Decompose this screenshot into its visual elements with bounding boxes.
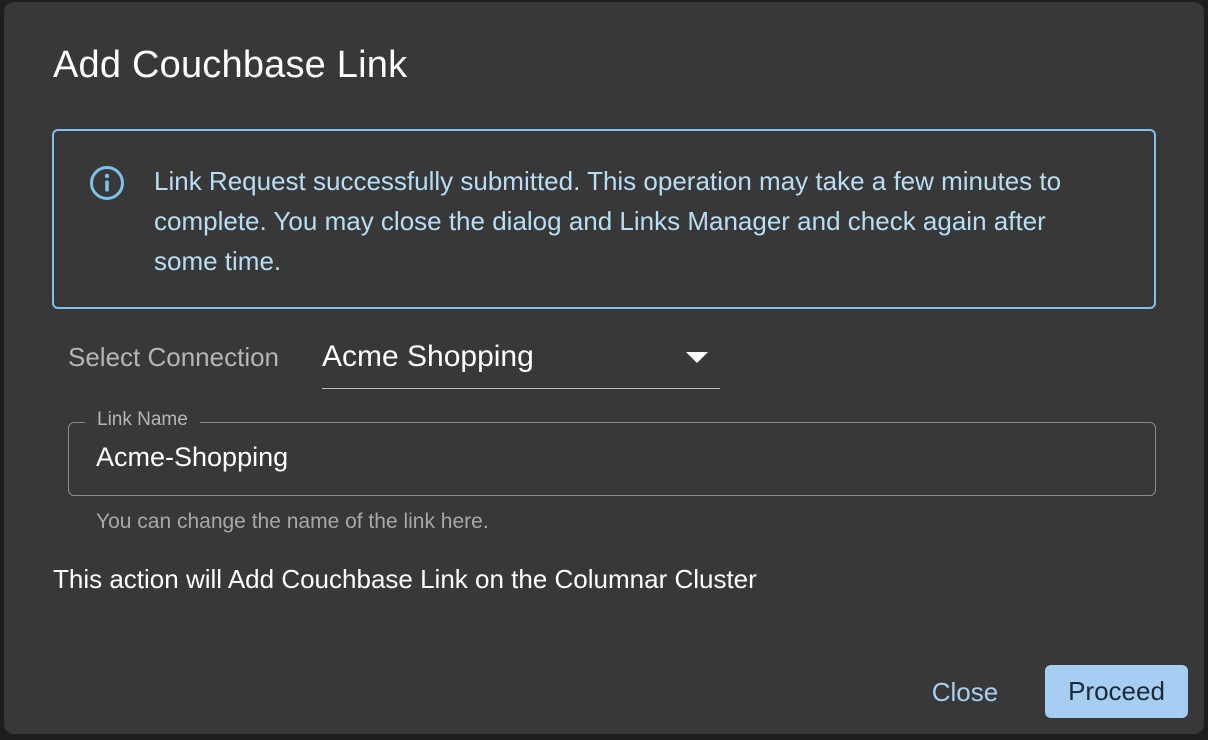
dialog-title: Add Couchbase Link — [53, 44, 408, 86]
link-name-helper: You can change the name of the link here… — [96, 510, 489, 533]
connection-select[interactable]: Acme Shopping — [322, 338, 720, 389]
link-name-label: Link Name — [85, 409, 200, 431]
alert-message: Link Request successfully submitted. Thi… — [154, 166, 1062, 276]
caret-down-icon — [686, 352, 708, 363]
close-button[interactable]: Close — [908, 666, 1022, 718]
connection-selected-value: Acme Shopping — [322, 340, 534, 373]
connection-label: Select Connection — [68, 342, 280, 372]
action-description: This action will Add Couchbase Link on t… — [53, 564, 757, 594]
link-name-field: Link Name — [68, 409, 1156, 496]
info-icon — [89, 165, 125, 201]
proceed-button[interactable]: Proceed — [1045, 665, 1188, 718]
link-name-input[interactable] — [96, 437, 1136, 477]
add-link-dialog: Add Couchbase Link Link Request successf… — [4, 2, 1204, 734]
info-alert: Link Request successfully submitted. Thi… — [52, 129, 1156, 309]
